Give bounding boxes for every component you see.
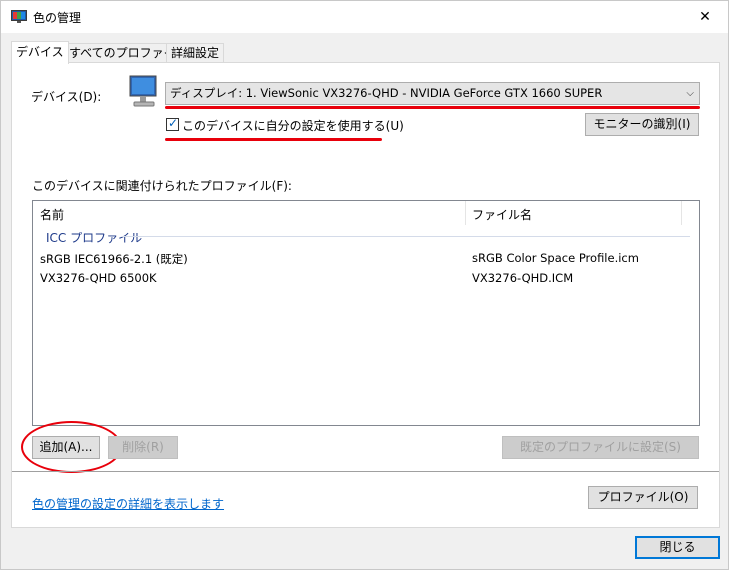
title-bar: 色の管理 ✕	[1, 1, 728, 33]
identify-monitors-button[interactable]: モニターの識別(I)	[585, 113, 699, 136]
annotation-underline-device	[165, 106, 700, 109]
close-button[interactable]: 閉じる	[635, 536, 720, 559]
close-icon: ✕	[699, 9, 711, 25]
group-title-icc: ICC プロファイル	[46, 231, 143, 245]
close-window-button[interactable]: ✕	[682, 1, 728, 33]
profiles-list-header: 名前 ファイル名	[33, 201, 699, 227]
window-title: 色の管理	[33, 11, 82, 25]
profiles-list[interactable]: 名前 ファイル名 ICC プロファイル sRGB IEC61966-2.1 (既…	[32, 200, 700, 426]
column-separator[interactable]	[465, 201, 466, 225]
profile-filename: VX3276-QHD.ICM	[472, 271, 574, 285]
table-row[interactable]: VX3276-QHD 6500K VX3276-QHD.ICM	[33, 269, 699, 289]
profile-name: VX3276-QHD 6500K	[40, 271, 157, 285]
device-label: デバイス(D):	[31, 90, 102, 104]
remove-profile-button[interactable]: 削除(R)	[108, 436, 178, 459]
tab-devices[interactable]: デバイス	[11, 41, 69, 64]
checkmark-icon: ✓	[168, 116, 179, 130]
tab-advanced[interactable]: 詳細設定	[166, 43, 225, 63]
color-management-details-link[interactable]: 色の管理の設定の詳細を表示します	[32, 495, 224, 512]
set-default-profile-button[interactable]: 既定のプロファイルに設定(S)	[502, 436, 699, 459]
color-management-app-icon	[11, 10, 27, 23]
group-divider	[122, 236, 690, 237]
column-separator[interactable]	[681, 201, 682, 225]
chevron-down-icon: ⌵	[686, 88, 694, 99]
table-row[interactable]: sRGB IEC61966-2.1 (既定) sRGB Color Space …	[33, 249, 699, 269]
column-header-filename[interactable]: ファイル名	[472, 206, 532, 223]
device-select-value: ディスプレイ: 1. ViewSonic VX3276-QHD - NVIDIA…	[170, 86, 603, 100]
profiles-button[interactable]: プロファイル(O)	[588, 486, 698, 509]
devices-tab-panel: デバイス(D): ディスプレイ: 1. ViewSonic VX3276-QHD…	[11, 62, 720, 528]
color-management-window: 色の管理 ✕ デバイス すべてのプロファイル 詳細設定 デバイス(D): ディス…	[0, 0, 729, 570]
profile-name: sRGB IEC61966-2.1 (既定)	[40, 252, 188, 266]
monitor-icon	[129, 75, 157, 107]
profile-filename: sRGB Color Space Profile.icm	[472, 251, 639, 265]
annotation-circle-add	[21, 421, 122, 473]
use-my-settings-checkbox[interactable]: ✓	[166, 116, 179, 131]
use-my-settings-label[interactable]: このデバイスに自分の設定を使用する(U)	[182, 117, 404, 134]
annotation-underline-checkbox	[165, 138, 382, 141]
divider	[12, 471, 719, 472]
associated-profiles-label: このデバイスに関連付けられたプロファイル(F):	[32, 179, 292, 193]
device-select[interactable]: ディスプレイ: 1. ViewSonic VX3276-QHD - NVIDIA…	[165, 82, 700, 105]
column-header-name[interactable]: 名前	[40, 206, 64, 223]
